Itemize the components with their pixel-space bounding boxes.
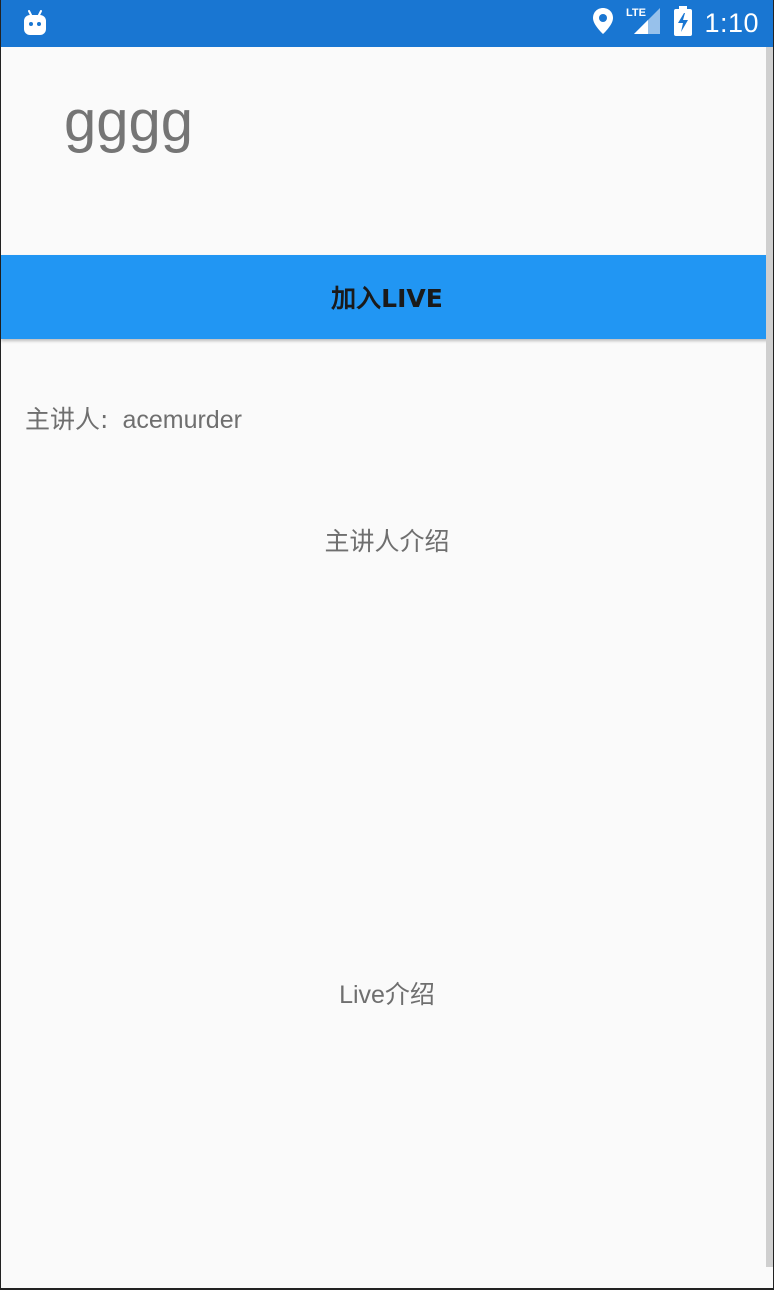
status-time: 1:10 (704, 8, 759, 38)
join-live-label: 加入LIVE (331, 284, 443, 313)
page-title: gggg (64, 89, 194, 154)
speaker-row: 主讲人: acemurder (25, 400, 242, 436)
scrollbar[interactable] (766, 47, 773, 1267)
app-screen: LTE 1:10 gggg 加入LIVE 主讲人: acemurder 主讲人介绍… (0, 0, 774, 1290)
battery-charging-icon (674, 6, 693, 41)
speaker-label: 主讲人: (25, 405, 109, 434)
android-debug-icon (23, 10, 47, 36)
join-live-button[interactable]: 加入LIVE (1, 255, 773, 339)
speaker-name: acemurder (122, 406, 242, 434)
lte-signal-icon: LTE (626, 6, 662, 41)
location-icon (592, 7, 614, 40)
status-bar: LTE 1:10 (1, 0, 773, 47)
speaker-intro-text: 主讲人介绍 (324, 527, 450, 556)
svg-text:LTE: LTE (626, 7, 646, 19)
status-icons: LTE 1:10 (592, 0, 759, 47)
live-intro-text: Live介绍 (339, 981, 435, 1009)
